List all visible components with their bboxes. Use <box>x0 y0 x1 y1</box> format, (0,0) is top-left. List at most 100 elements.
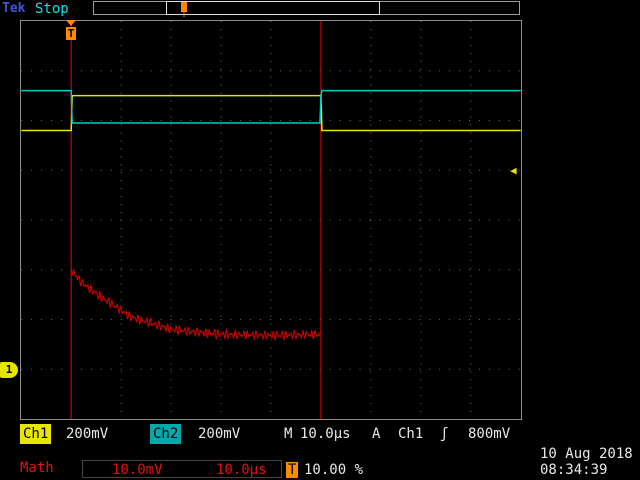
grid-dot <box>220 315 222 317</box>
grid-dot <box>370 164 372 166</box>
grid-dot <box>449 219 451 221</box>
grid-dot <box>100 219 102 221</box>
grid-dot <box>420 108 422 110</box>
grid-dot <box>120 387 122 389</box>
grid-dot <box>170 188 172 190</box>
grid-dot <box>518 169 520 171</box>
grid-dot <box>220 251 222 253</box>
grid-dot <box>200 269 202 271</box>
grid-dot <box>130 368 132 370</box>
grid-dot <box>420 419 421 420</box>
grid-dot <box>120 132 122 134</box>
math-label[interactable]: Math <box>20 460 54 476</box>
grid-dot <box>120 70 122 72</box>
grid-dot <box>299 269 301 271</box>
grid-dot <box>170 148 172 150</box>
grid-dot <box>120 92 122 94</box>
ch1-label[interactable]: Ch1 <box>20 424 52 444</box>
grid-dot <box>488 319 490 320</box>
grid-dot <box>170 204 172 206</box>
grid-dot <box>420 180 422 182</box>
run-state-label[interactable]: Stop <box>35 0 69 18</box>
grid-dot <box>370 299 372 301</box>
grid-dot <box>279 120 281 121</box>
grid-dot <box>429 219 431 221</box>
grid-dot <box>51 120 53 121</box>
grid-dot <box>110 368 112 370</box>
grid-dot <box>270 148 272 150</box>
grid-dot <box>279 368 281 370</box>
grid-dot <box>270 319 271 320</box>
grid-dot <box>370 259 372 261</box>
grid-dot <box>240 120 242 121</box>
trigger-level[interactable]: 800mV <box>468 424 510 444</box>
grid-dot <box>90 70 92 72</box>
grid-dot <box>160 319 162 320</box>
grid-dot <box>170 84 172 86</box>
grid-dot <box>230 368 232 370</box>
grid-dot <box>420 299 422 301</box>
grid-dot <box>140 269 142 271</box>
grid-dot <box>220 100 222 102</box>
grid-dot <box>160 219 162 221</box>
grid-dot <box>210 368 212 370</box>
grid-dot <box>518 219 520 221</box>
grid-dot <box>270 156 272 158</box>
grid-dot <box>339 269 341 271</box>
timebase-value[interactable]: 10.0µs <box>300 424 351 444</box>
grid-dot <box>478 368 480 370</box>
grid-dot <box>170 331 172 333</box>
grid-dot <box>270 196 272 198</box>
grid-dot <box>120 164 122 166</box>
grid-dot <box>399 269 401 271</box>
trigger-slope-icon: ʃ <box>440 426 449 442</box>
grid-dot <box>470 355 472 357</box>
grid-dot <box>160 70 162 72</box>
grid-dot <box>419 120 421 121</box>
grid-dot <box>329 368 331 370</box>
grid-dot <box>379 319 381 320</box>
grid-dot <box>260 169 262 171</box>
waveform-display[interactable] <box>20 20 522 420</box>
grid-dot <box>120 120 122 121</box>
grid-dot <box>420 363 422 365</box>
grid-dot <box>370 100 372 102</box>
grid-dot <box>470 60 472 62</box>
grid-dot <box>270 36 272 38</box>
grid-dot <box>420 212 422 214</box>
grid-dot <box>51 169 53 171</box>
grid-dot <box>200 120 202 121</box>
grid-dot <box>470 283 472 285</box>
grid-dot <box>220 368 222 370</box>
horizontal-position-value[interactable]: 10.00 % <box>304 460 363 480</box>
grid-dot <box>389 269 391 271</box>
grid-dot <box>170 52 172 54</box>
grid-dot <box>329 319 331 320</box>
grid-dot <box>370 92 372 94</box>
grid-dot <box>279 70 281 72</box>
grid-dot <box>210 169 212 171</box>
grid-dot <box>389 120 391 121</box>
grid-dot <box>349 368 351 370</box>
grid-dot <box>220 169 222 171</box>
grid-dot <box>210 70 212 72</box>
grid-dot <box>21 219 23 221</box>
grid-dot <box>370 355 372 357</box>
grid-dot <box>120 60 122 62</box>
trigger-source[interactable]: Ch1 <box>398 424 423 444</box>
grid-dot <box>449 269 451 271</box>
grid-dot <box>459 70 461 72</box>
grid-dot <box>170 68 172 70</box>
grid-dot <box>100 70 102 72</box>
grid-dot <box>459 269 461 271</box>
grid-dot <box>80 120 82 121</box>
grid-dot <box>359 368 361 370</box>
grid-dot <box>470 84 472 86</box>
grid-dot <box>470 188 472 190</box>
grid-dot <box>429 319 431 320</box>
grid-dot <box>478 169 480 171</box>
grid-dot <box>439 269 441 271</box>
ch2-label[interactable]: Ch2 <box>150 424 182 444</box>
grid-dot <box>420 84 422 86</box>
grid-dot <box>309 269 311 271</box>
